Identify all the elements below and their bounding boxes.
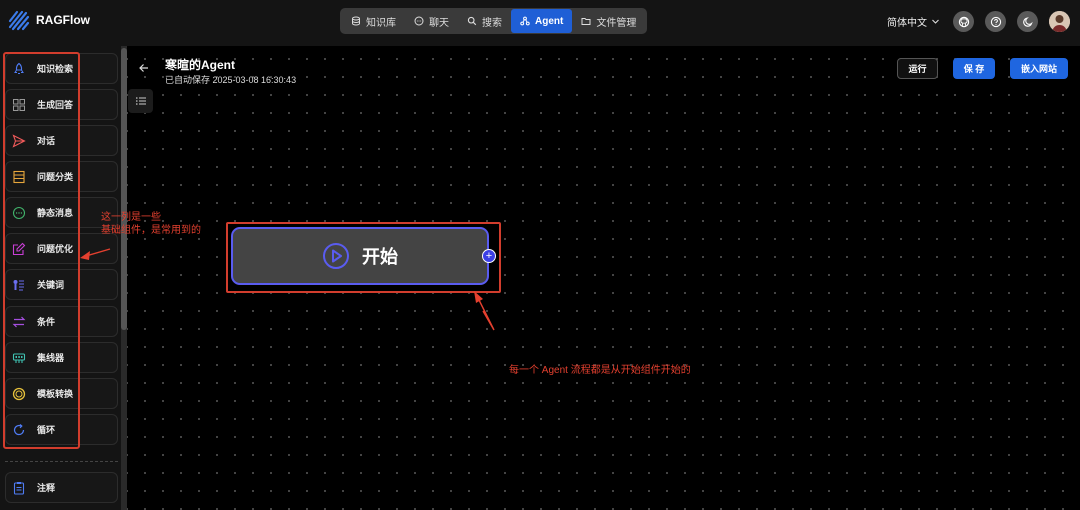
github-icon xyxy=(958,16,969,27)
search-icon xyxy=(467,16,477,26)
arrow-left-icon xyxy=(139,64,148,72)
tab-label: 文件管理 xyxy=(596,17,637,29)
help-icon xyxy=(990,16,1001,27)
tab-label: Agent xyxy=(535,15,564,27)
list-view-button[interactable] xyxy=(128,89,153,113)
tab-knowledge-base[interactable]: 知识库 xyxy=(342,9,405,33)
github-button[interactable] xyxy=(953,11,974,32)
list-icon xyxy=(135,97,146,105)
sidebar-annotation: 这一列是一些 基础组件，是常用到的 xyxy=(101,211,201,237)
header-tools: 简体中文 xyxy=(887,11,1070,32)
theme-toggle-button[interactable] xyxy=(1017,11,1038,32)
start-node[interactable]: 开始 xyxy=(231,227,489,285)
chevron-down-icon xyxy=(932,19,939,24)
avatar-icon xyxy=(1049,11,1070,32)
sidebar-annotation-line1: 这一列是一些 xyxy=(101,212,161,223)
app-name: RAGFlow xyxy=(36,13,90,27)
sidebar-highlight-box xyxy=(3,52,80,449)
language-selector[interactable]: 简体中文 xyxy=(887,14,940,29)
page-title: 寒暄的Agent xyxy=(165,58,235,72)
autosave-status: 已自动保存 2025-03-08 16:30:43 xyxy=(165,75,297,85)
component-label: 注释 xyxy=(37,483,56,493)
component-note[interactable]: 注释 xyxy=(5,472,118,503)
back-button[interactable] xyxy=(138,62,150,77)
sidebar-divider xyxy=(5,461,118,462)
save-button[interactable]: 保 存 xyxy=(953,58,995,79)
help-button[interactable] xyxy=(985,11,1006,32)
run-button[interactable]: 运行 xyxy=(897,58,938,79)
note-icon xyxy=(11,480,27,496)
sidebar-annotation-line2: 基础组件，是常用到的 xyxy=(101,225,201,236)
tab-search[interactable]: 搜索 xyxy=(458,9,511,33)
start-node-output-handle[interactable]: + xyxy=(482,249,496,263)
plus-icon: + xyxy=(485,249,493,262)
ragflow-logo-icon xyxy=(8,10,30,31)
main-nav: 知识库 聊天 搜索 Agent 文件管理 xyxy=(340,8,648,34)
database-icon xyxy=(352,16,360,26)
moon-icon xyxy=(1022,16,1033,27)
tab-label: 聊天 xyxy=(429,17,449,29)
agent-icon xyxy=(520,16,530,26)
tab-chat[interactable]: 聊天 xyxy=(405,9,458,33)
folder-icon xyxy=(581,18,591,25)
chat-icon xyxy=(414,16,424,26)
top-bar: RAGFlow 知识库 聊天 搜索 Agent 文件管理 简体中文 xyxy=(0,0,1080,46)
start-node-annotation: 每一个 Agent 流程都是从开始组件开始的 xyxy=(509,365,691,376)
play-circle-icon xyxy=(323,243,349,269)
embed-website-button[interactable]: 嵌入网站 xyxy=(1010,58,1068,79)
tab-agent[interactable]: Agent xyxy=(511,9,573,33)
tab-label: 搜索 xyxy=(482,17,502,29)
tab-label: 知识库 xyxy=(366,17,396,29)
user-avatar[interactable] xyxy=(1049,11,1070,32)
app-logo[interactable]: RAGFlow xyxy=(8,9,90,31)
language-label: 简体中文 xyxy=(887,18,927,29)
start-node-label: 开始 xyxy=(362,247,398,267)
tab-file-management[interactable]: 文件管理 xyxy=(572,9,645,33)
